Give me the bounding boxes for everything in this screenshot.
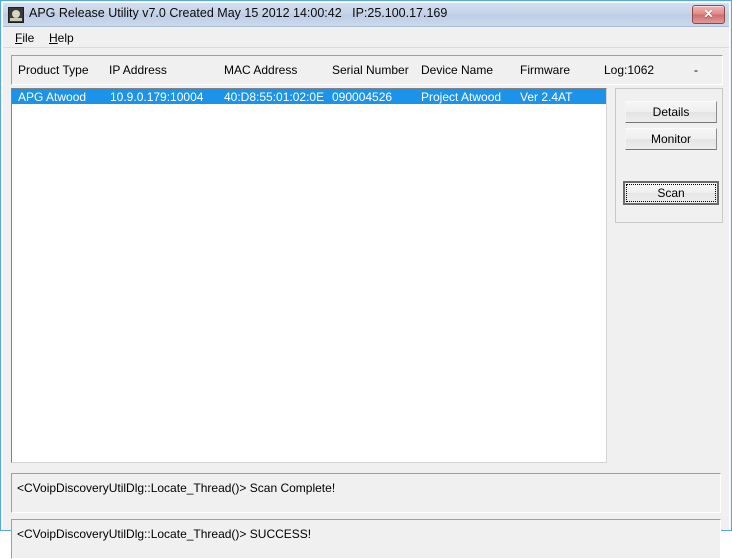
title-bar[interactable]: APG Release Utility v7.0 Created May 15 …: [3, 3, 729, 27]
column-header-mac-address[interactable]: MAC Address: [224, 63, 297, 77]
scan-button[interactable]: Scan: [623, 181, 719, 205]
status-message-1: <CVoipDiscoveryUtilDlg::Locate_Thread()>…: [17, 481, 336, 495]
details-button[interactable]: Details: [625, 101, 717, 123]
client-area: Product Type IP Address MAC Address Seri…: [3, 48, 729, 559]
app-icon: [8, 7, 24, 23]
menu-item-help[interactable]: Help: [43, 30, 80, 46]
close-button[interactable]: ✕: [692, 5, 725, 24]
column-header-ip-address[interactable]: IP Address: [109, 63, 167, 77]
menu-help-mnemonic: H: [49, 31, 58, 45]
column-header-firmware[interactable]: Firmware: [520, 63, 570, 77]
window-title: APG Release Utility v7.0 Created May 15 …: [29, 6, 448, 20]
menu-help-rest: elp: [57, 31, 74, 45]
status-message-2: <CVoipDiscoveryUtilDlg::Locate_Thread()>…: [17, 527, 312, 541]
close-icon: ✕: [703, 7, 714, 21]
cell-firmware: Ver 2.4AT: [520, 90, 573, 104]
column-header-log-count[interactable]: Log:1062: [604, 63, 654, 77]
application-window: APG Release Utility v7.0 Created May 15 …: [0, 0, 732, 559]
menu-bar: File Help: [3, 27, 729, 48]
window-inner-frame: APG Release Utility v7.0 Created May 15 …: [2, 2, 730, 559]
table-row[interactable]: APG Atwood 10.9.0.179:10004 40:D8:55:01:…: [12, 89, 606, 104]
cell-ip-address: 10.9.0.179:10004: [110, 90, 204, 104]
status-panel-primary: <CVoipDiscoveryUtilDlg::Locate_Thread()>…: [11, 473, 721, 513]
device-list[interactable]: APG Atwood 10.9.0.179:10004 40:D8:55:01:…: [11, 88, 607, 463]
menu-file-rest: ile: [22, 31, 35, 45]
menu-item-file[interactable]: File: [9, 30, 40, 46]
monitor-button[interactable]: Monitor: [625, 128, 717, 150]
column-header-serial-number[interactable]: Serial Number: [332, 63, 409, 77]
status-panel-secondary: <CVoipDiscoveryUtilDlg::Locate_Thread()>…: [11, 519, 721, 559]
column-header-device-name[interactable]: Device Name: [421, 63, 493, 77]
scan-button-label: Scan: [657, 186, 685, 200]
column-header-bar: Product Type IP Address MAC Address Seri…: [11, 55, 723, 85]
cell-product-type: APG Atwood: [18, 90, 87, 104]
column-header-extra[interactable]: -: [694, 63, 698, 77]
column-header-product-type[interactable]: Product Type: [18, 63, 89, 77]
action-button-group: Details Monitor Scan: [615, 88, 723, 223]
cell-device-name: Project Atwood: [421, 90, 502, 104]
cell-serial-number: 090004526: [332, 90, 393, 104]
cell-mac-address: 40:D8:55:01:02:0E: [224, 90, 325, 104]
